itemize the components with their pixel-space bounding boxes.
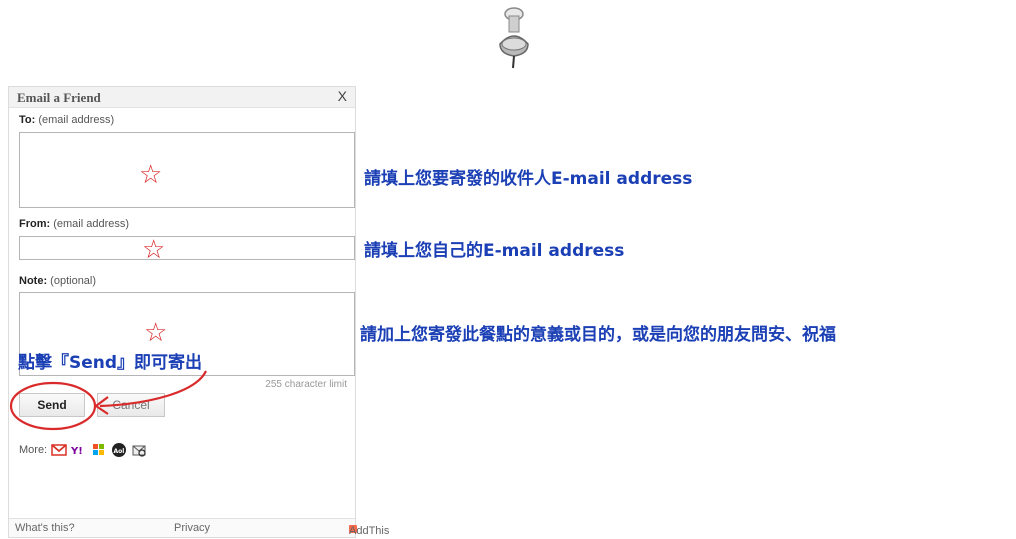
aol-icon[interactable]: Aol [111, 442, 127, 458]
to-annotation: 請填上您要寄發的收件人E-mail address [364, 169, 693, 189]
svg-text:Aol: Aol [114, 448, 125, 455]
dialog-header: Email a Friend X [9, 87, 355, 108]
windows-live-icon[interactable] [91, 442, 107, 458]
star-marker-icon: ☆ [144, 317, 168, 347]
yahoo-icon[interactable]: Y! [71, 442, 87, 458]
send-button[interactable]: Send [19, 393, 85, 417]
svg-text:Y!: Y! [71, 446, 83, 457]
more-services: More: Y! Aol [19, 442, 147, 458]
character-limit: 255 character limit [265, 379, 347, 390]
whats-this-link[interactable]: What's this? [15, 522, 75, 534]
dialog-footer: What's this? Privacy AddThis [9, 518, 389, 537]
from-email-field[interactable]: ☆ [19, 234, 355, 264]
more-label: More: [19, 444, 48, 456]
send-annotation: 點擊『Send』即可寄出 [18, 353, 203, 373]
to-email-field[interactable]: ☆ [19, 132, 355, 208]
from-label: From: (email address) [19, 218, 130, 230]
dialog-title: Email a Friend [17, 90, 101, 105]
pushpin-icon [499, 7, 529, 69]
gmail-icon[interactable] [51, 442, 67, 458]
privacy-link[interactable]: Privacy [174, 522, 210, 534]
cancel-button[interactable]: Cancel [97, 393, 165, 417]
from-annotation: 請填上您自己的E-mail address [364, 241, 625, 261]
note-annotation: 請加上您寄發此餐點的意義或目的，或是向您的朋友問安、祝福 [360, 325, 836, 345]
star-marker-icon: ☆ [139, 159, 163, 189]
email-client-icon[interactable] [131, 442, 147, 458]
star-marker-icon: ☆ [142, 234, 166, 264]
to-label: To: (email address) [19, 114, 115, 126]
close-button[interactable]: X [338, 88, 347, 104]
email-a-friend-dialog: Email a Friend X To: (email address) ☆ F… [8, 86, 389, 538]
note-label: Note: (optional) [19, 275, 97, 287]
